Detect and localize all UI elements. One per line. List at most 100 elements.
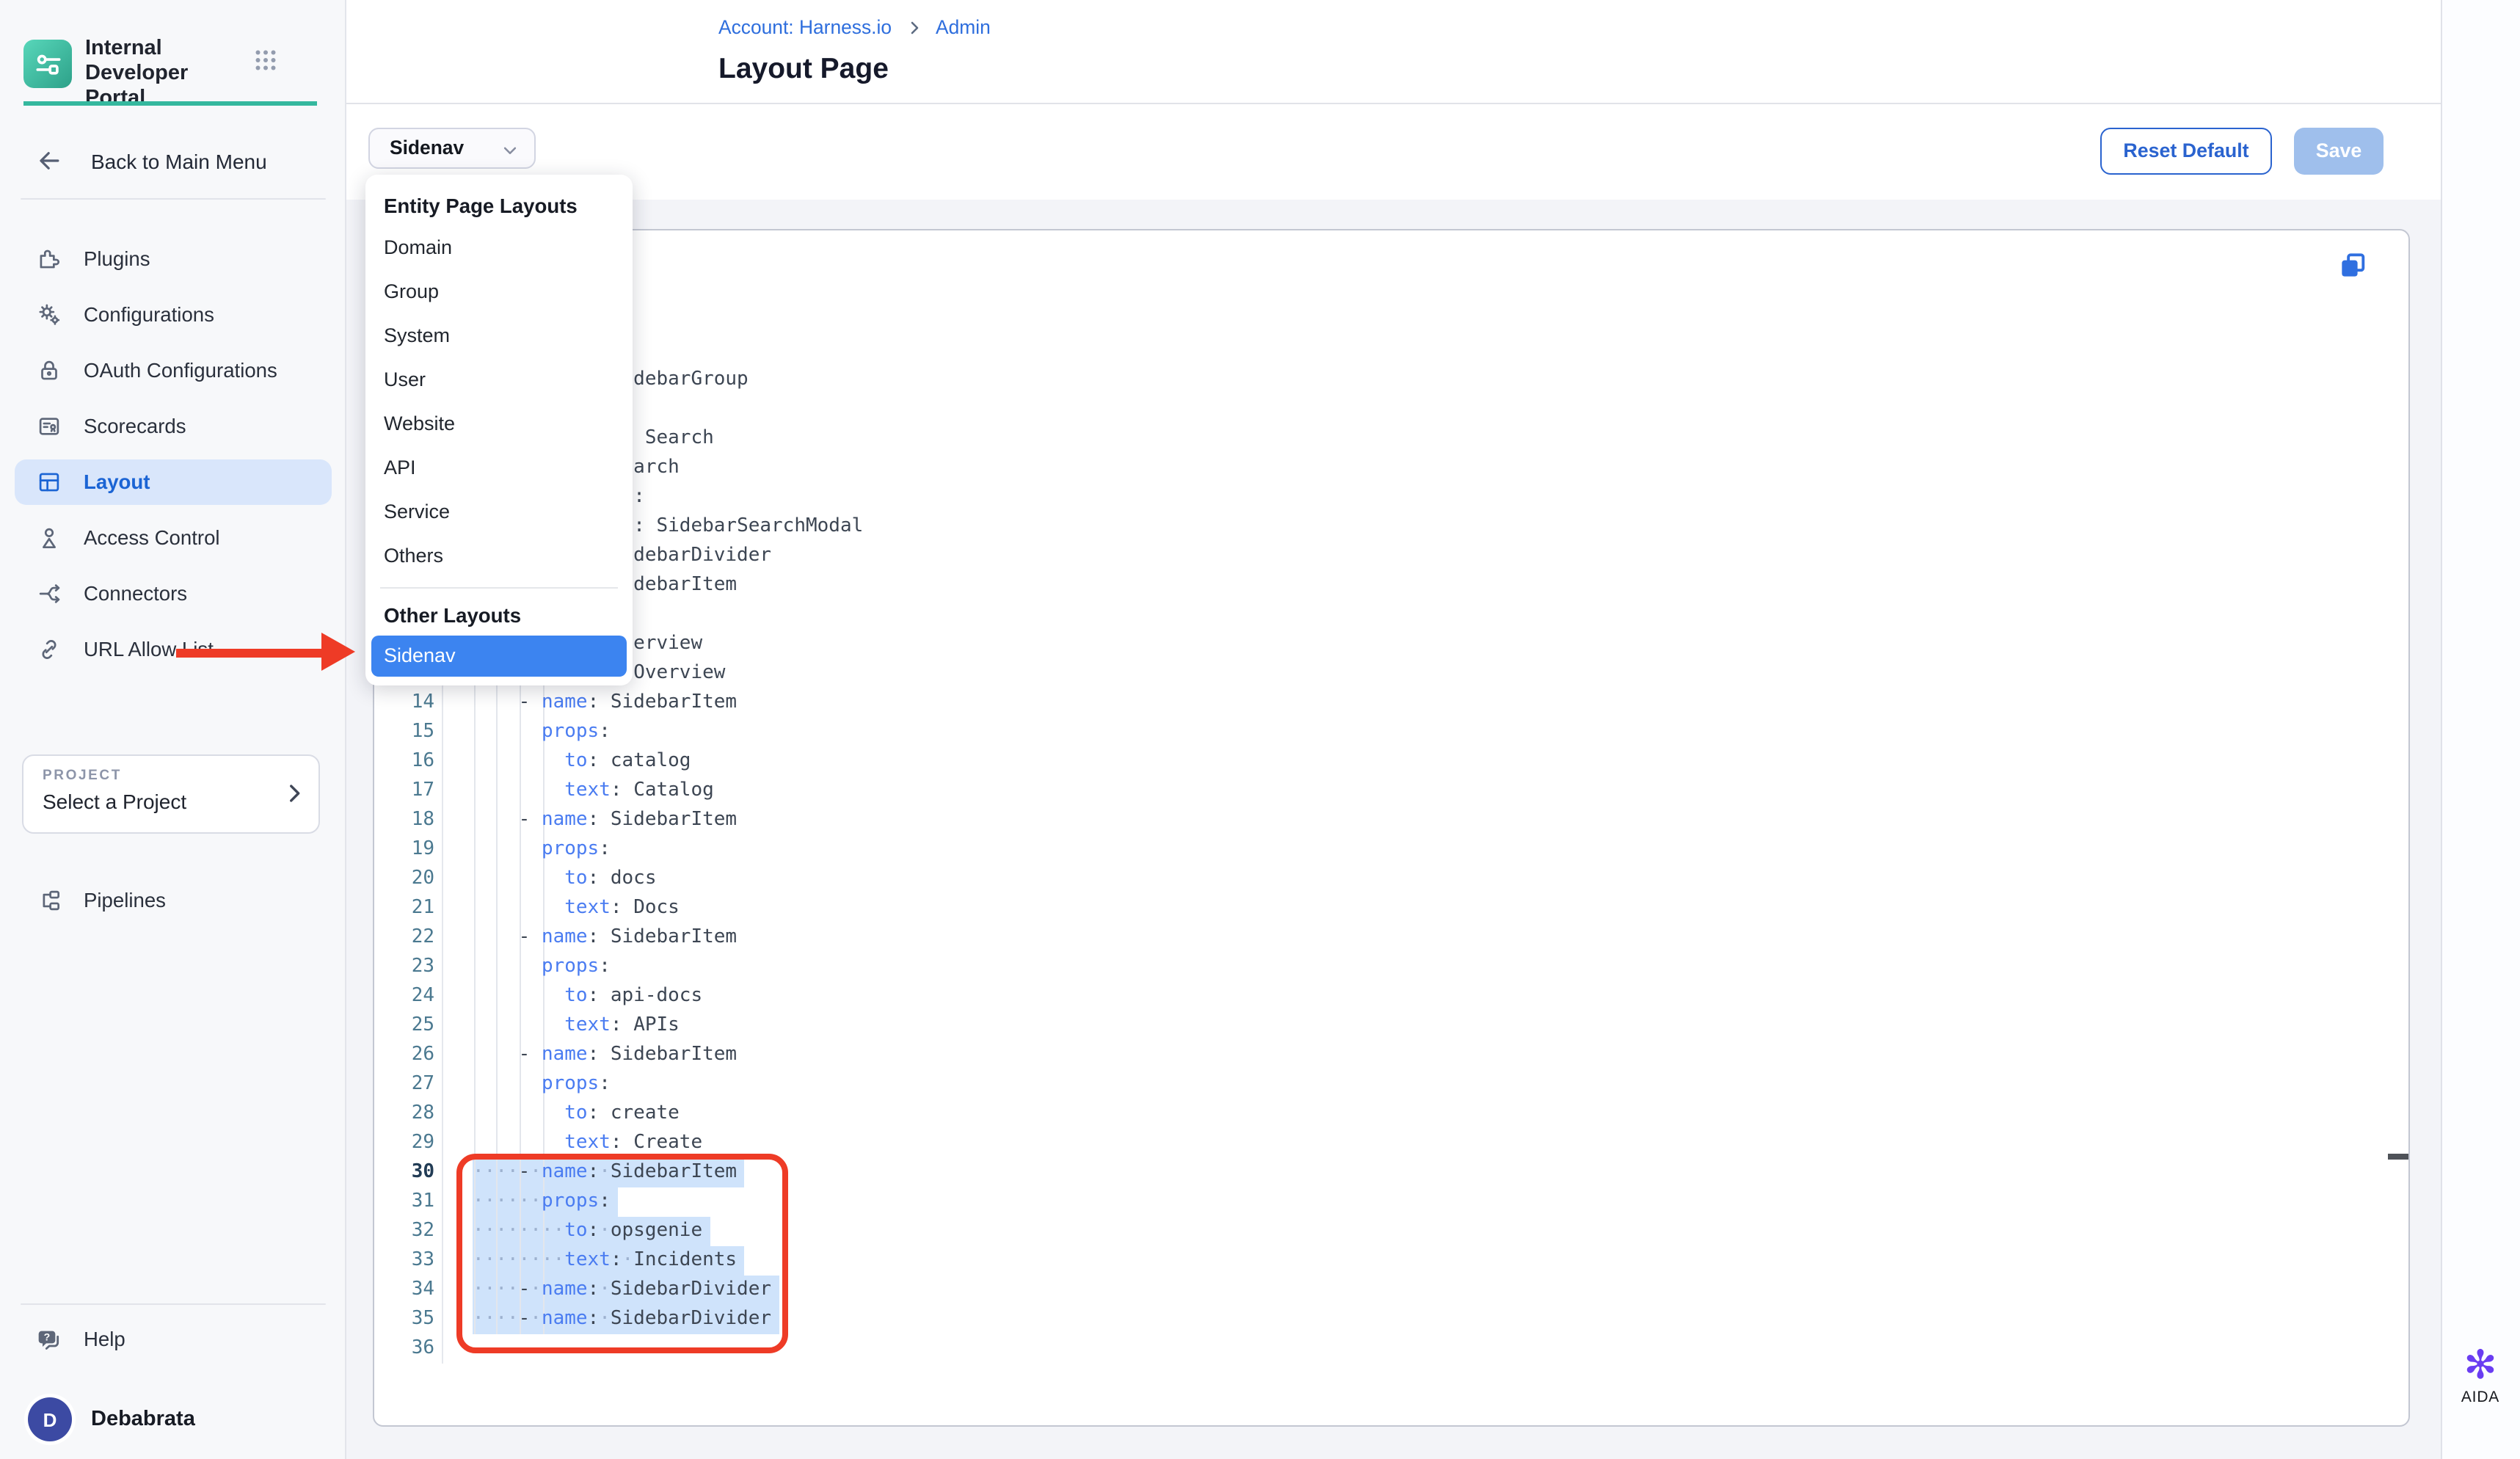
menu-item-others[interactable]: Others — [365, 534, 632, 578]
aida-assistant-button[interactable]: ✻ AIDA — [2441, 1343, 2520, 1406]
sidebar-item-label: OAuth Configurations — [84, 360, 277, 382]
reset-default-button[interactable]: Reset Default — [2100, 127, 2272, 174]
user-menu[interactable]: D Debabrata — [15, 1393, 332, 1446]
avatar: D — [28, 1397, 72, 1441]
layout-type-select[interactable]: Sidenav — [368, 127, 535, 169]
app-window: Internal DeveloperPortal Back to Main Me… — [0, 0, 2520, 1459]
menu-item-group[interactable]: Group — [365, 270, 632, 314]
lock-icon — [35, 357, 63, 385]
line-number: 33 — [376, 1246, 434, 1276]
sidebar-item-label: Configurations — [84, 304, 214, 326]
menu-item-api[interactable]: API — [365, 446, 632, 490]
line-number: 21 — [376, 894, 434, 923]
select-value: Sidenav — [390, 137, 464, 159]
sidebar-item-label: URL Allow List — [84, 638, 214, 661]
scorecard-icon — [35, 412, 63, 440]
sidebar: Internal DeveloperPortal Back to Main Me… — [0, 0, 346, 1459]
sidebar-item-access-control[interactable]: Access Control — [15, 515, 332, 561]
sidebar-item-label: Scorecards — [84, 415, 186, 437]
save-button[interactable]: Save — [2294, 127, 2384, 174]
project-selector[interactable]: PROJECT Select a Project — [22, 754, 320, 834]
svg-text:?: ? — [44, 1331, 51, 1343]
layout-icon — [35, 468, 63, 496]
code-line: ········to:·opsgenie — [473, 1217, 702, 1246]
sidebar-divider — [21, 197, 326, 199]
code-line: to: catalog — [473, 747, 691, 776]
connectors-icon — [35, 580, 63, 608]
sidebar-item-pipelines[interactable]: Pipelines — [15, 878, 332, 923]
line-number: 36 — [376, 1334, 434, 1364]
line-number: 27 — [376, 1070, 434, 1099]
breadcrumb-account-link[interactable]: Account: Harness.io — [718, 16, 892, 38]
line-number: 30 — [376, 1158, 434, 1187]
breadcrumb-admin-link[interactable]: Admin — [936, 16, 991, 38]
menu-item-website[interactable]: Website — [365, 402, 632, 446]
code-line: text: Create — [473, 1129, 702, 1158]
line-number: 15 — [376, 718, 434, 747]
code-line: ······props: — [473, 1187, 611, 1217]
menu-divider — [380, 587, 617, 589]
menu-item-sidenav[interactable]: Sidenav — [371, 636, 626, 677]
aida-label: AIDA — [2441, 1389, 2520, 1406]
code-line: - name: SidebarItem — [473, 923, 737, 953]
line-number: 29 — [376, 1129, 434, 1158]
chevron-right-icon — [905, 18, 922, 36]
person-icon — [35, 524, 63, 552]
code-line: ····-·name:·SidebarItem — [473, 1158, 737, 1187]
code-line: text: Docs — [473, 894, 680, 923]
back-label: Back to Main Menu — [91, 149, 267, 172]
code-line: ········text:·Incidents — [473, 1246, 737, 1276]
code-line: props: — [473, 1070, 611, 1099]
help-label: Help — [84, 1328, 125, 1350]
line-number: 31 — [376, 1187, 434, 1217]
line-number: 19 — [376, 835, 434, 865]
line-number: 14 — [376, 688, 434, 718]
app-title: Internal DeveloperPortal — [85, 37, 250, 112]
line-number: 20 — [376, 865, 434, 894]
sidebar-divider — [21, 1303, 326, 1305]
project-label: PROJECT — [43, 768, 122, 784]
sidebar-item-label: Layout — [84, 471, 150, 493]
line-number: 28 — [376, 1099, 434, 1129]
line-number: 16 — [376, 747, 434, 776]
code-line: - name: SidebarItem — [473, 806, 737, 835]
apps-grid-icon[interactable] — [252, 47, 279, 81]
menu-item-system[interactable]: System — [365, 314, 632, 358]
arrow-left-icon — [35, 147, 63, 175]
code-line: text: Catalog — [473, 776, 714, 806]
sidebar-item-url-allow-list[interactable]: URL Allow List — [15, 627, 332, 672]
line-number: 17 — [376, 776, 434, 806]
sidebar-item-label: Plugins — [84, 248, 150, 270]
code-line: text: APIs — [473, 1011, 680, 1041]
sidebar-item-connectors[interactable]: Connectors — [15, 571, 332, 616]
sidebar-item-layout[interactable]: Layout — [15, 459, 332, 505]
app-logo-icon — [23, 40, 72, 88]
sidebar-item-oauth-configurations[interactable]: OAuth Configurations — [15, 348, 332, 393]
line-number: 32 — [376, 1217, 434, 1246]
sidebar-item-scorecards[interactable]: Scorecards — [15, 404, 332, 449]
menu-item-service[interactable]: Service — [365, 490, 632, 534]
menu-item-user[interactable]: User — [365, 358, 632, 402]
code-line: ····-·name:·SidebarDivider — [473, 1276, 771, 1305]
brand-underline — [23, 101, 317, 105]
code-line: - name: SidebarItem — [473, 688, 737, 718]
line-number: 25 — [376, 1011, 434, 1041]
menu-section-header: Other Layouts — [365, 597, 632, 636]
code-line: to: docs — [473, 865, 657, 894]
help-icon: ? — [34, 1325, 63, 1354]
menu-item-domain[interactable]: Domain — [365, 226, 632, 270]
line-number: 22 — [376, 923, 434, 953]
gears-icon — [35, 301, 63, 329]
sidebar-item-plugins[interactable]: Plugins — [15, 236, 332, 282]
copy-icon[interactable] — [2337, 250, 2369, 282]
code-line: ····-·name:·SidebarDivider — [473, 1305, 771, 1334]
scrollbar-selection-marker[interactable] — [2387, 1153, 2408, 1159]
link-icon — [35, 636, 63, 663]
breadcrumb: Account: Harness.io Admin — [718, 16, 991, 38]
aida-icon: ✻ — [2441, 1343, 2520, 1387]
sidebar-item-configurations[interactable]: Configurations — [15, 292, 332, 338]
back-to-main-menu[interactable]: Back to Main Menu — [21, 139, 326, 182]
line-number: 18 — [376, 806, 434, 835]
sidebar-item-help[interactable]: ? Help — [15, 1317, 332, 1362]
sidebar-item-label: Connectors — [84, 583, 187, 605]
